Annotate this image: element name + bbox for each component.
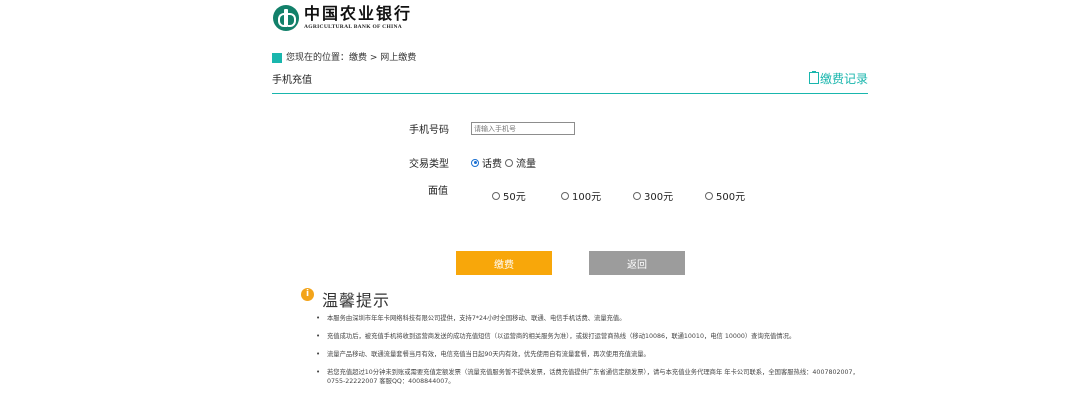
breadcrumb-separator: > <box>367 53 381 63</box>
tips-title: 温馨提示 <box>322 291 391 310</box>
radio-phone-bill[interactable] <box>471 158 479 167</box>
phone-input[interactable] <box>471 122 575 135</box>
transaction-type-group: 话费 流量 <box>471 155 536 170</box>
amount-100-label[interactable]: 100元 <box>572 188 601 203</box>
tip-item: 若您充值超过10分钟未到账或需要充值定额发票（流量充值服务暂不提供发票，话费充值… <box>316 368 876 386</box>
pay-button[interactable]: 缴费 <box>456 251 552 275</box>
tip-item: 流量产品移动、联通流量套餐当月有效，电信充值当日起90天内有效，优先使用自有流量… <box>316 350 876 359</box>
clipboard-icon <box>809 71 819 84</box>
bank-name-cn: 中国农业银行 <box>304 4 413 23</box>
amount-500-label[interactable]: 500元 <box>716 188 745 203</box>
radio-data-flow-label[interactable]: 流量 <box>516 155 536 170</box>
radio-amount-100[interactable] <box>561 191 569 200</box>
transaction-type-label: 交易类型 <box>409 159 449 170</box>
amount-option-100[interactable]: 100元 <box>561 188 601 203</box>
face-value-label: 面值 <box>428 186 448 197</box>
tip-item: 充值成功后，被充值手机将收到运营商发送的成功充值短信（以运营商的相关服务为准），… <box>316 332 876 341</box>
payment-records-label: 缴费记录 <box>820 72 869 86</box>
amount-300-label[interactable]: 300元 <box>644 188 673 203</box>
amount-option-50[interactable]: 50元 <box>492 188 526 203</box>
breadcrumb-marker-icon <box>272 53 282 63</box>
breadcrumb-item-online-payment[interactable]: 网上缴费 <box>380 53 416 63</box>
phone-label: 手机号码 <box>409 125 449 136</box>
tips-list: 本服务由深圳市年年卡网络科技有限公司提供，支持7*24小时全国移动、联通、电信手… <box>316 314 876 395</box>
info-icon: i <box>301 288 314 301</box>
breadcrumb: 您现在的位置：缴费 > 网上缴费 <box>286 52 416 65</box>
radio-data-flow[interactable] <box>505 158 513 167</box>
bank-logo-icon <box>273 5 299 31</box>
amount-option-300[interactable]: 300元 <box>633 188 673 203</box>
header-divider <box>272 93 868 94</box>
radio-phone-bill-label[interactable]: 话费 <box>482 155 502 170</box>
page-title: 手机充值 <box>272 75 312 86</box>
breadcrumb-prefix: 您现在的位置： <box>286 53 350 63</box>
radio-amount-50[interactable] <box>492 191 500 200</box>
back-button[interactable]: 返回 <box>589 251 685 275</box>
breadcrumb-item-payment[interactable]: 缴费 <box>349 53 367 63</box>
amount-option-500[interactable]: 500元 <box>705 188 745 203</box>
amount-50-label[interactable]: 50元 <box>503 188 526 203</box>
bank-name-en: AGRICULTURAL BANK OF CHINA <box>304 24 403 30</box>
payment-records-link[interactable]: 缴费记录 <box>809 70 868 87</box>
radio-amount-300[interactable] <box>633 191 641 200</box>
tip-item: 本服务由深圳市年年卡网络科技有限公司提供，支持7*24小时全国移动、联通、电信手… <box>316 314 876 323</box>
radio-amount-500[interactable] <box>705 191 713 200</box>
